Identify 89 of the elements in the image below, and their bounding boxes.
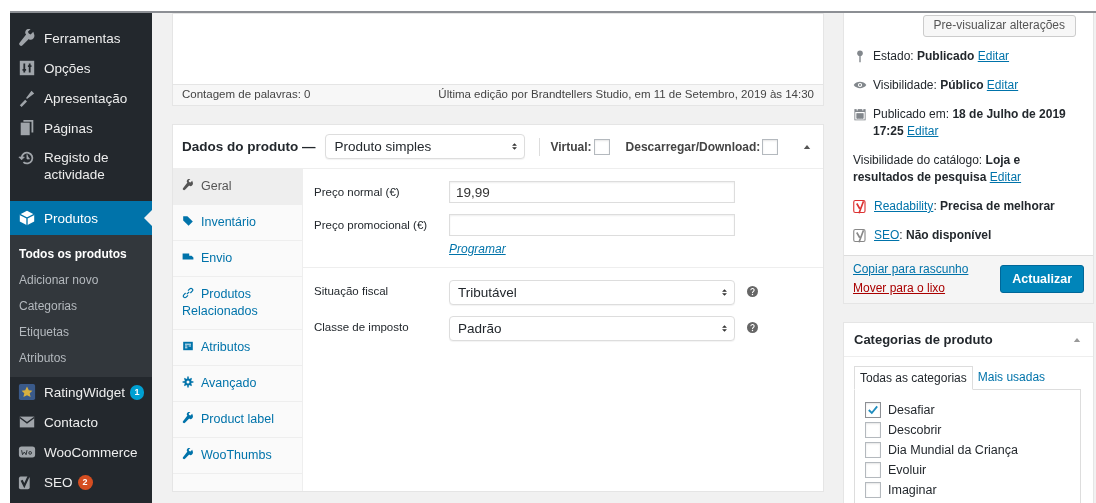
- product-data-tab[interactable]: Avançado: [173, 366, 302, 402]
- schedule-link[interactable]: Programar: [449, 242, 506, 256]
- list-icon: [182, 340, 194, 352]
- sidebar-item[interactable]: Apresentação: [10, 83, 152, 113]
- checkbox[interactable]: [762, 138, 779, 155]
- product-type-select[interactable]: Produto simples: [325, 134, 526, 159]
- sliders-icon: [18, 59, 36, 77]
- publish-info: Publicado em: 18 de Julho de 2019 17:25 Editar: [873, 106, 1067, 140]
- sidebar-item[interactable]: RatingWidget 1: [10, 377, 152, 407]
- trash-link[interactable]: Mover para o lixo: [853, 281, 969, 295]
- publish-info: Estado: Publicado Editar: [873, 48, 1010, 65]
- help-icon: [747, 286, 758, 297]
- score-status: : Não disponível: [899, 227, 992, 244]
- sidebar-item[interactable]: Produtos: [10, 201, 152, 235]
- publish-info: Visibilidade: Público Editar: [873, 77, 1019, 94]
- category-label: Desafiar: [888, 403, 935, 417]
- count-badge: 1: [130, 384, 144, 400]
- select-arrows-icon: [721, 323, 728, 334]
- checkbox[interactable]: [865, 422, 881, 438]
- count-badge: 2: [77, 474, 93, 490]
- edit-link[interactable]: Editar: [977, 49, 1010, 63]
- last-edit-text: Última edição por Brandtellers Studio, em 11 de Setembro, 2019 às 14:30: [438, 88, 814, 102]
- submenu-item[interactable]: Atributos: [10, 345, 152, 371]
- panel-title: Dados do produto —: [182, 139, 316, 154]
- category-label: Descobrir: [888, 423, 942, 437]
- sidebar-item[interactable]: WooCommerce: [10, 437, 152, 467]
- product-data-tab[interactable]: Envio: [173, 241, 302, 277]
- help-icon: [747, 322, 758, 333]
- category-label: Dia Mundial da Criança: [888, 443, 1018, 457]
- calendar-icon: [853, 107, 867, 121]
- edit-link[interactable]: Editar: [989, 170, 1022, 184]
- wrench-icon: [182, 179, 194, 191]
- option-label: Virtual:: [550, 139, 592, 154]
- checkbox[interactable]: [865, 482, 881, 498]
- checkbox[interactable]: [865, 462, 881, 478]
- wrench-icon: [182, 448, 194, 460]
- preview-button[interactable]: Pre-visualizar alterações: [922, 15, 1076, 37]
- field-label: Preço promocional (€): [314, 218, 429, 231]
- panel-title: Categorias de produto: [854, 332, 993, 347]
- publish-info: Visibilidade do catálogo: Loja e resultados de pesquisa Editar: [853, 152, 1023, 186]
- category-label: Imaginar: [888, 483, 937, 497]
- score-status: : Precisa de melhorar: [933, 198, 1055, 215]
- product-data-tab[interactable]: Atributos: [173, 330, 302, 366]
- edit-link[interactable]: Editar: [907, 124, 939, 138]
- history-icon: [18, 149, 36, 167]
- submenu-item[interactable]: Categorias: [10, 293, 152, 319]
- product-data-tab[interactable]: Geral: [173, 169, 302, 205]
- product-data-tab[interactable]: Product label: [173, 402, 302, 438]
- gear-icon: [182, 376, 194, 388]
- sidebar-item[interactable]: Páginas: [10, 113, 152, 143]
- text-field[interactable]: [449, 214, 735, 236]
- field-label: Preço normal (€): [314, 185, 401, 198]
- category-tab[interactable]: Mais usadas: [972, 366, 1051, 389]
- submenu-item[interactable]: Etiquetas: [10, 319, 152, 345]
- category-label: Evoluir: [888, 463, 927, 477]
- product-data-tab[interactable]: Inventário: [173, 205, 302, 241]
- word-count: Contagem de palavras: 0: [182, 88, 311, 102]
- sidebar-item[interactable]: Ferramentas: [10, 23, 152, 53]
- checkbox[interactable]: [865, 402, 881, 418]
- wrench-icon: [182, 412, 194, 424]
- wrench-icon: [18, 29, 36, 47]
- copy-draft-link[interactable]: Copiar para rascunho: [853, 262, 969, 276]
- option-label: Descarregar/Download:: [625, 139, 761, 154]
- text-field[interactable]: 19,99: [449, 181, 735, 203]
- submenu-item[interactable]: Todos os produtos: [10, 241, 152, 267]
- submenu-item[interactable]: Adicionar novo: [10, 267, 152, 293]
- category-tab[interactable]: Todas as categorias: [854, 366, 973, 390]
- select-arrows-icon: [511, 141, 519, 152]
- tag-icon: [182, 215, 194, 227]
- select-field[interactable]: Padrão: [449, 316, 735, 341]
- checkbox[interactable]: [593, 138, 610, 155]
- editor-area[interactable]: [172, 13, 824, 84]
- sidebar-item[interactable]: SEO 2: [10, 467, 152, 497]
- sidebar-item[interactable]: Opções: [10, 53, 152, 83]
- product-data-tab[interactable]: WooThumbs: [173, 438, 302, 474]
- brush-icon: [18, 89, 36, 107]
- sidebar-item[interactable]: Contacto: [10, 407, 152, 437]
- pages-icon: [18, 119, 36, 137]
- update-button[interactable]: Actualizar: [1000, 264, 1084, 293]
- field-label: Situação fiscal: [314, 284, 390, 297]
- checkbox[interactable]: [865, 442, 881, 458]
- box-icon: [18, 209, 36, 227]
- product-data-tab[interactable]: Produtos Relacionados: [173, 277, 302, 330]
- field-label: Classe de imposto: [314, 320, 410, 333]
- select-field[interactable]: Tributável: [449, 280, 735, 305]
- sidebar-item[interactable]: Registo de actividade: [10, 143, 152, 189]
- select-arrows-icon: [721, 287, 728, 298]
- link-icon: [182, 287, 194, 299]
- edit-link[interactable]: Editar: [986, 78, 1019, 92]
